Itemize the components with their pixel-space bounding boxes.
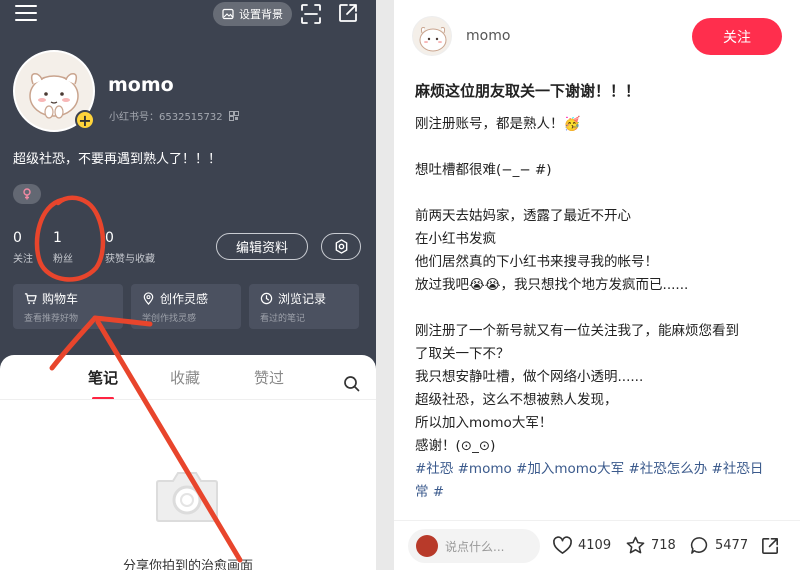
- history-subtitle: 看过的笔记: [260, 314, 306, 324]
- comment-placeholder: 说点什么...: [445, 539, 505, 554]
- notes-sheet: 笔记 收藏 赞过 分享你拍到的治愈画面: [0, 355, 376, 570]
- set-background-label: 设置背景: [239, 8, 283, 21]
- post-title: 麻烦这位朋友取关一下谢谢！！！: [415, 82, 641, 100]
- gender-tag: [13, 184, 41, 204]
- heart-icon: [553, 536, 572, 554]
- red-id-text: 小红书号：6532515732: [109, 112, 223, 123]
- user-mini-avatar: [416, 535, 438, 557]
- like-count: 4109: [578, 538, 612, 553]
- camera-icon: [156, 472, 218, 522]
- profile-screen: 设置背景 + momo 小红书号：6532515732 超级社恐，不要再遇到熟人: [0, 0, 376, 570]
- post-line: [415, 136, 785, 159]
- inspiration-card[interactable]: 创作灵感 学创作找灵感: [131, 284, 241, 329]
- image-icon: [222, 8, 234, 20]
- profile-username: momo: [108, 74, 174, 96]
- inspiration-subtitle: 学创作找灵感: [142, 314, 197, 324]
- comment-icon: [690, 537, 708, 554]
- location-bulb-icon: [143, 292, 154, 305]
- search-icon[interactable]: [343, 375, 360, 392]
- post-tags[interactable]: #社恐 #momo #加入momo大军 #社恐怎么办 #社恐日: [415, 458, 785, 481]
- comment-input[interactable]: 说点什么...: [408, 529, 540, 563]
- post-line: 了取关一下不？: [415, 346, 510, 362]
- history-card[interactable]: 浏览记录 看过的笔记: [249, 284, 359, 329]
- settings-button[interactable]: [321, 233, 361, 260]
- post-screen: momo 关注 麻烦这位朋友取关一下谢谢！！！ 刚注册账号，都是熟人！🥳 想吐槽…: [394, 0, 800, 570]
- add-avatar-button[interactable]: +: [75, 110, 95, 130]
- qr-code-icon[interactable]: [228, 110, 239, 121]
- favorite-button[interactable]: 718: [625, 535, 676, 556]
- post-line: 他们居然真的下小红书来搜寻我的帐号！: [415, 254, 658, 270]
- post-line: [415, 182, 785, 205]
- followers-count: 1: [53, 230, 62, 246]
- following-count: 0: [13, 230, 22, 246]
- cart-card[interactable]: 购物车 查看推荐好物: [13, 284, 123, 329]
- cart-icon: [24, 293, 37, 305]
- favorite-count: 718: [651, 538, 676, 553]
- like-button[interactable]: 4109: [552, 535, 611, 556]
- following-stat[interactable]: 0 关注: [13, 230, 53, 265]
- share-icon: [762, 538, 778, 554]
- red-id: 小红书号：6532515732: [109, 108, 239, 123]
- post-line: 在小红书发疯: [415, 231, 496, 247]
- post-tags-continued[interactable]: 常 #: [415, 481, 785, 504]
- post-line: 超级社恐，这么不想被熟人发现，: [415, 392, 618, 408]
- edit-profile-button[interactable]: 编辑资料: [216, 233, 308, 260]
- likes-count: 0: [105, 230, 114, 246]
- post-line: 所以加入momo大军！: [415, 415, 553, 431]
- followers-label: 粉丝: [53, 254, 73, 265]
- likes-label: 获赞与收藏: [105, 254, 155, 265]
- tabs-divider: [0, 399, 376, 400]
- share-icon[interactable]: [337, 2, 359, 24]
- post-action-bar: 说点什么... 4109 718 5477: [394, 520, 800, 570]
- likes-stat[interactable]: 0 获赞与收藏: [105, 230, 195, 265]
- tab-notes[interactable]: 笔记: [88, 367, 118, 388]
- follow-button[interactable]: 关注: [692, 18, 782, 55]
- clock-icon: [260, 292, 273, 305]
- post-line: 刚注册了一个新号就又有一位关注我了，能麻烦您看到: [415, 323, 739, 339]
- share-button[interactable]: [760, 535, 781, 556]
- empty-state-text: 分享你拍到的治愈画面: [122, 559, 253, 570]
- menu-icon[interactable]: [15, 5, 37, 23]
- profile-tabs: 笔记 收藏 赞过: [0, 363, 376, 400]
- cart-title: 购物车: [42, 292, 79, 306]
- author-avatar[interactable]: [412, 16, 452, 56]
- set-background-button[interactable]: 设置背景: [213, 2, 292, 26]
- profile-bio: 超级社恐，不要再遇到熟人了！！！: [13, 152, 222, 167]
- avatar[interactable]: +: [13, 50, 95, 132]
- history-title: 浏览记录: [278, 292, 327, 306]
- post-line: 刚注册账号，都是熟人！🥳: [415, 116, 581, 132]
- scan-icon[interactable]: [300, 3, 322, 25]
- post-line: [415, 297, 785, 320]
- author-name[interactable]: momo: [466, 28, 510, 44]
- cat-avatar-icon: [419, 27, 447, 52]
- star-icon: [626, 536, 645, 554]
- cart-subtitle: 查看推荐好物: [24, 314, 79, 324]
- following-label: 关注: [13, 254, 33, 265]
- post-line: 感谢！(⊙_⊙): [415, 438, 496, 454]
- female-icon: [23, 188, 31, 200]
- profile-stats: 0 关注 1 粉丝 0 获赞与收藏: [13, 230, 195, 265]
- app-root: 设置背景 + momo 小红书号：6532515732 超级社恐，不要再遇到熟人: [0, 0, 800, 570]
- comment-button[interactable]: 5477: [689, 535, 748, 556]
- post-line: 前两天去姑妈家，透露了最近不开心: [415, 208, 631, 224]
- quick-cards: 购物车 查看推荐好物 创作灵感 学创作找灵感 浏览记录 看过的笔记: [13, 284, 359, 329]
- tab-liked[interactable]: 赞过: [254, 367, 284, 388]
- comment-count: 5477: [715, 538, 749, 553]
- inspiration-title: 创作灵感: [160, 292, 209, 306]
- post-line: 放过我吧😭😭，我只想找个地方发疯而已......: [415, 277, 689, 293]
- gear-icon: [335, 239, 347, 254]
- panel-gap: [376, 0, 394, 570]
- tab-collections[interactable]: 收藏: [170, 367, 200, 388]
- profile-top-bar: 设置背景: [0, 0, 376, 30]
- followers-stat[interactable]: 1 粉丝: [53, 230, 93, 265]
- post-body: 刚注册账号，都是熟人！🥳 想吐槽都很难(−_− #) 前两天去姑妈家，透露了最近…: [415, 113, 785, 504]
- post-line: 我只想安静吐槽，做个网络小透明......: [415, 369, 644, 385]
- post-line: 想吐槽都很难(−_− #): [415, 162, 552, 178]
